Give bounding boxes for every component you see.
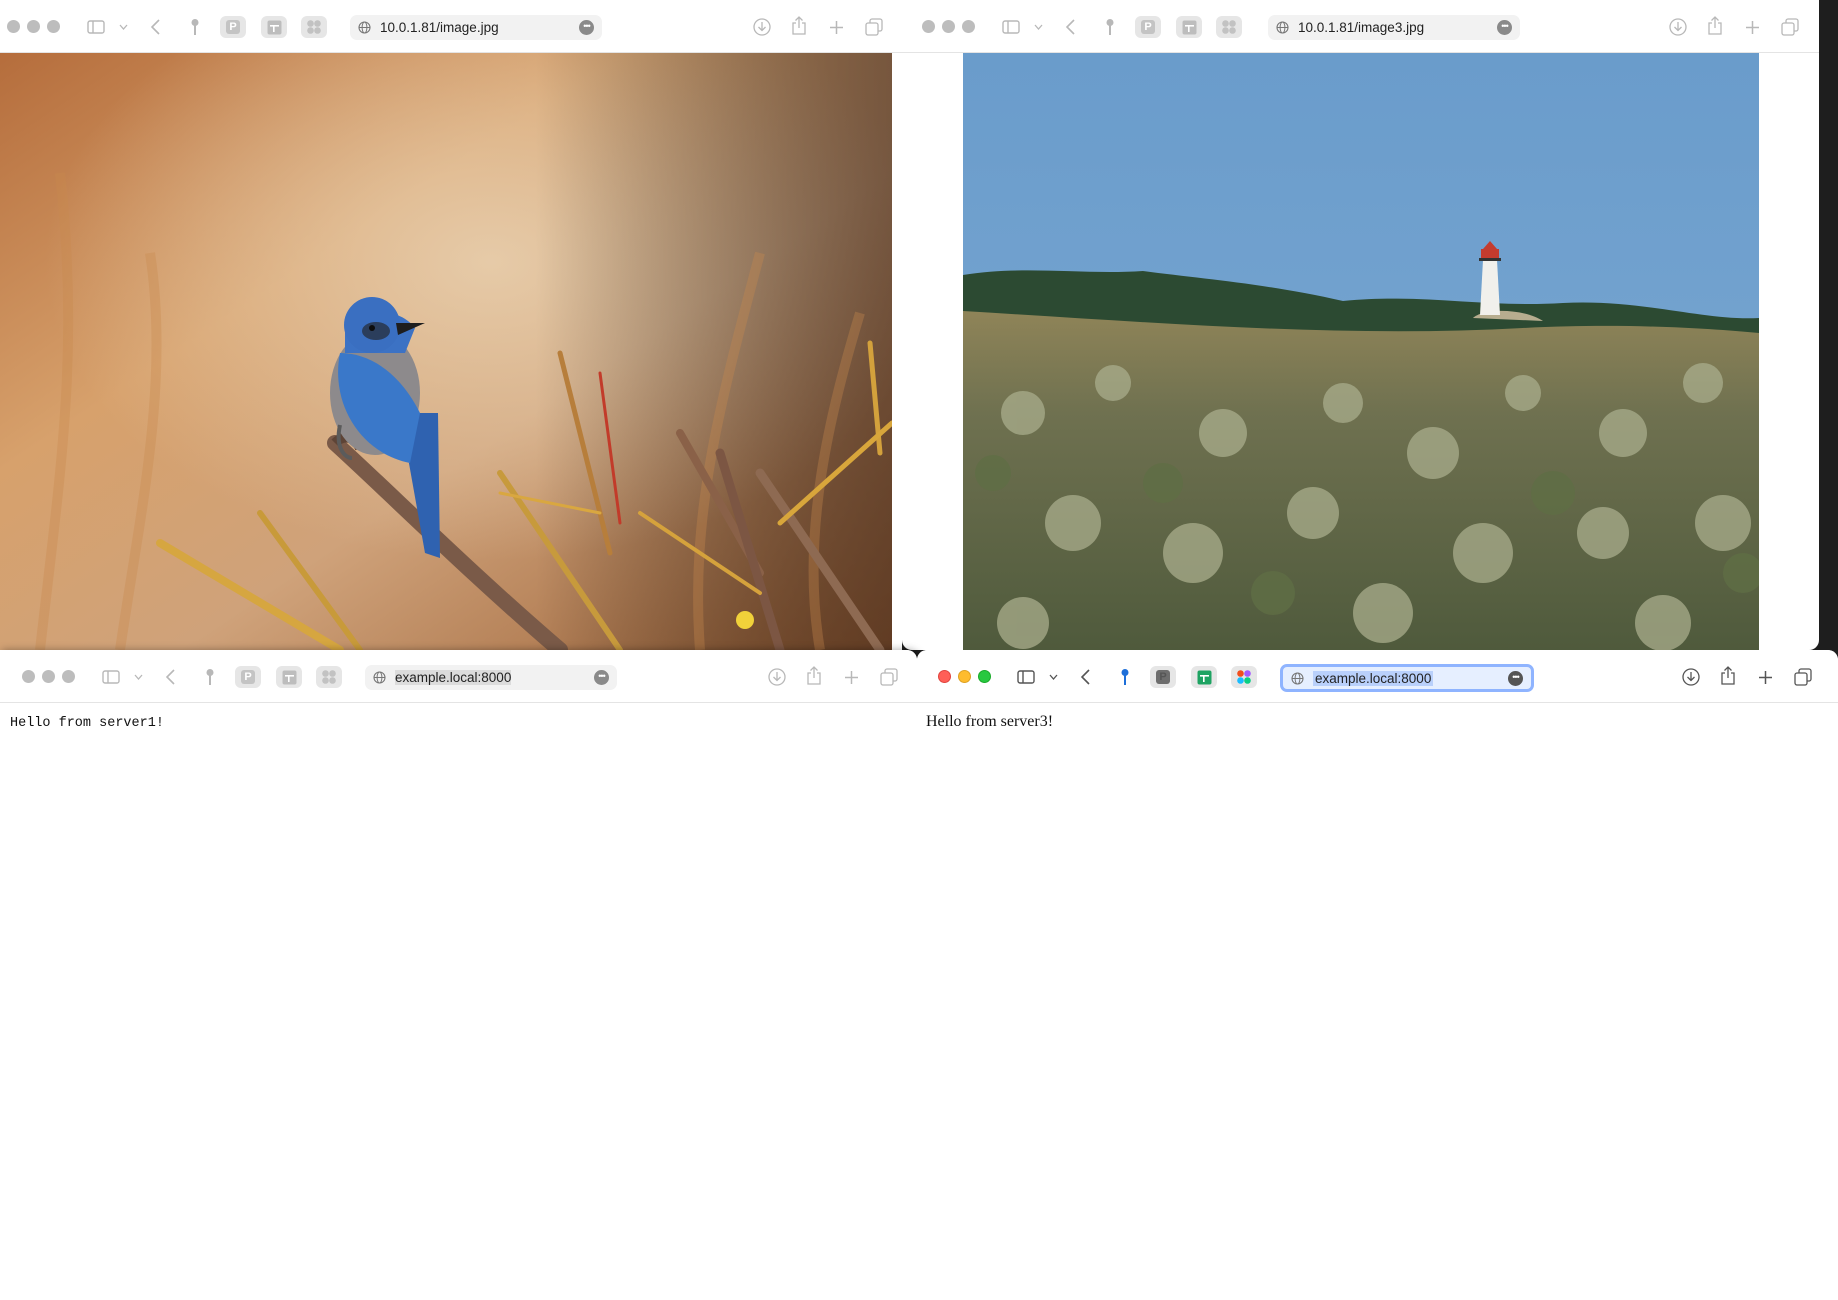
back-icon[interactable] (1063, 16, 1077, 38)
globe-icon (358, 21, 371, 34)
grid-extension-icon[interactable] (1216, 16, 1242, 38)
page-content (902, 53, 1819, 650)
close-button[interactable] (938, 670, 951, 683)
window-controls (938, 670, 991, 683)
sheets-extension-icon[interactable] (261, 16, 287, 38)
page-content: Hello from server1! (0, 703, 917, 1300)
toolbar: P example.local:8000 ••• (0, 650, 917, 703)
globe-icon (373, 671, 386, 684)
toolbar: P example.local:8000 ••• (917, 650, 1838, 703)
p-extension-icon[interactable]: P (1135, 16, 1161, 38)
page-content (0, 53, 902, 650)
sheets-extension-icon[interactable] (1191, 666, 1217, 688)
zoom-button[interactable] (62, 670, 75, 683)
url-text: 10.0.1.81/image.jpg (380, 20, 499, 35)
url-selected-text: example.local:8000 (395, 670, 512, 685)
share-icon[interactable] (1718, 664, 1738, 688)
tabs-overview-icon[interactable] (878, 666, 900, 688)
window-controls (7, 20, 60, 33)
grid-extension-icon[interactable] (1231, 666, 1257, 688)
more-icon[interactable]: ••• (1508, 670, 1523, 686)
download-icon[interactable] (751, 16, 773, 38)
url-selected-text[interactable]: example.local:8000 (1313, 670, 1434, 686)
more-icon[interactable]: ••• (579, 20, 594, 35)
close-button[interactable] (22, 670, 35, 683)
p-extension-icon[interactable]: P (1150, 666, 1176, 688)
p-extension-icon[interactable]: P (220, 16, 246, 38)
back-icon[interactable] (148, 16, 162, 38)
sheets-extension-icon[interactable] (276, 666, 302, 688)
share-icon[interactable] (804, 664, 824, 688)
page-text: Hello from server1! (10, 716, 164, 731)
download-icon[interactable] (1667, 16, 1689, 38)
sidebar-icon[interactable] (999, 17, 1023, 37)
zoom-button[interactable] (47, 20, 60, 33)
bird-photo (0, 53, 892, 650)
grid-extension-icon[interactable] (316, 666, 342, 688)
tabs-overview-icon[interactable] (863, 16, 885, 38)
tabs-overview-icon[interactable] (1792, 666, 1814, 688)
minimize-button[interactable] (42, 670, 55, 683)
more-icon[interactable]: ••• (1497, 20, 1512, 35)
globe-icon (1291, 671, 1304, 685)
page-text: Hello from server3! (926, 713, 1054, 730)
sheets-extension-icon[interactable] (1176, 16, 1202, 38)
grid-extension-icon[interactable] (301, 16, 327, 38)
minimize-button[interactable] (942, 20, 955, 33)
share-icon[interactable] (789, 14, 809, 38)
chevron-down-icon[interactable] (1031, 20, 1045, 34)
download-icon[interactable] (1680, 666, 1702, 688)
window-controls (22, 670, 75, 683)
toolbar: P 10.0.1.81/image3.jpg ••• (902, 0, 1819, 53)
sidebar-icon[interactable] (99, 667, 123, 687)
globe-icon (1276, 21, 1289, 34)
close-button[interactable] (922, 20, 935, 33)
more-icon[interactable]: ••• (594, 670, 609, 685)
download-icon[interactable] (766, 666, 788, 688)
toolbar: P 10.0.1.81/image.jpg ••• (0, 0, 902, 53)
minimize-button[interactable] (27, 20, 40, 33)
new-tab-icon[interactable] (841, 667, 861, 687)
address-bar[interactable]: 10.0.1.81/image.jpg ••• (350, 15, 602, 40)
browser-window-2: P 10.0.1.81/image3.jpg ••• (902, 0, 1819, 650)
key-icon[interactable] (1118, 666, 1132, 688)
lighthouse-shape (1479, 241, 1501, 315)
address-bar[interactable]: example.local:8000 ••• (365, 665, 617, 690)
new-tab-icon[interactable] (826, 17, 846, 37)
p-extension-icon[interactable]: P (235, 666, 261, 688)
window-controls (922, 20, 975, 33)
sidebar-icon[interactable] (1014, 667, 1038, 687)
key-icon[interactable] (188, 16, 202, 38)
browser-window-3: P example.local:8000 ••• Hello from serv… (0, 650, 917, 1300)
chevron-down-icon[interactable] (1046, 670, 1060, 684)
back-icon[interactable] (163, 666, 177, 688)
new-tab-icon[interactable] (1755, 667, 1775, 687)
tabs-overview-icon[interactable] (1779, 16, 1801, 38)
url-text: 10.0.1.81/image3.jpg (1298, 20, 1425, 35)
url-text: example.local:8000 (395, 670, 512, 685)
browser-window-4: P example.local:8000 ••• Hello from serv… (917, 650, 1838, 1300)
address-bar[interactable]: 10.0.1.81/image3.jpg ••• (1268, 15, 1520, 40)
lighthouse-photo (963, 53, 1759, 650)
close-button[interactable] (7, 20, 20, 33)
new-tab-icon[interactable] (1742, 17, 1762, 37)
sidebar-icon[interactable] (84, 17, 108, 37)
back-icon[interactable] (1078, 666, 1092, 688)
zoom-button[interactable] (962, 20, 975, 33)
chevron-down-icon[interactable] (131, 670, 145, 684)
zoom-button[interactable] (978, 670, 991, 683)
address-bar[interactable]: example.local:8000 ••• (1280, 664, 1534, 692)
minimize-button[interactable] (958, 670, 971, 683)
key-icon[interactable] (1103, 16, 1117, 38)
browser-window-1: P 10.0.1.81/image.jpg ••• (0, 0, 902, 650)
share-icon[interactable] (1705, 14, 1725, 38)
url-text: example.local:8000 (1313, 670, 1434, 686)
page-content: Hello from server3! (917, 703, 1838, 1300)
key-icon[interactable] (203, 666, 217, 688)
chevron-down-icon[interactable] (116, 20, 130, 34)
